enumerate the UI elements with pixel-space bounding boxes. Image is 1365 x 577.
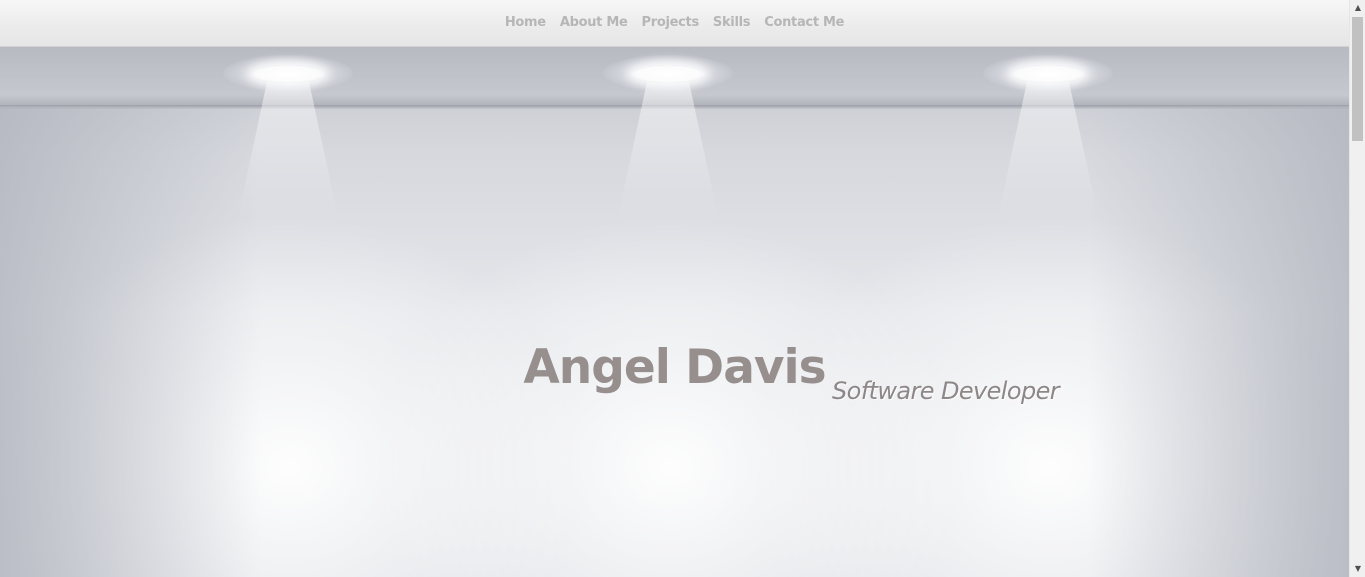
arrow-down-icon[interactable]: ▼: [1350, 561, 1365, 577]
top-navbar: Home About Me Projects Skills Contact Me: [0, 0, 1349, 47]
page-viewport: Home About Me Projects Skills Contact Me…: [0, 0, 1349, 577]
vertical-scrollbar[interactable]: ▲ ▼: [1349, 0, 1365, 577]
hero-section: Angel Davis Software Developer: [0, 47, 1349, 577]
spotlight-icon: [603, 55, 733, 91]
spotlight-icon: [223, 55, 353, 91]
spotlight-icon: [983, 55, 1113, 91]
nav-link-projects[interactable]: Projects: [641, 15, 699, 30]
spotlight-lamp: [631, 65, 705, 83]
nav-links: Home About Me Projects Skills Contact Me: [0, 15, 1349, 30]
spotlight-lamp: [1011, 65, 1085, 83]
nav-link-contact-me[interactable]: Contact Me: [764, 15, 844, 30]
nav-link-skills[interactable]: Skills: [713, 15, 751, 30]
arrow-up-icon[interactable]: ▲: [1350, 0, 1365, 16]
spotlight-lamp: [251, 65, 325, 83]
hero-role: Software Developer: [832, 377, 1060, 405]
hero-name: Angel Davis: [523, 340, 826, 396]
nav-link-about-me[interactable]: About Me: [560, 15, 628, 30]
nav-link-home[interactable]: Home: [505, 15, 546, 30]
scrollbar-thumb[interactable]: [1352, 17, 1363, 141]
